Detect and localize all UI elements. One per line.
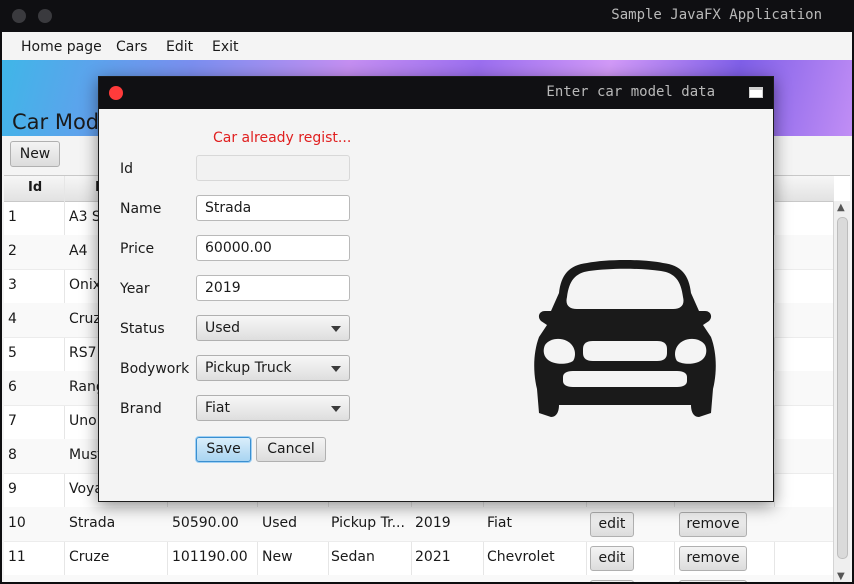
dialog-close-button[interactable] [109,86,123,100]
cancel-button[interactable]: Cancel [256,437,326,462]
minimize-window-button[interactable] [38,9,52,23]
cell-bodywork: Pickup Tr... [331,515,405,531]
error-message: Car already regist... [213,130,352,146]
cell-id: 3 [8,277,17,293]
cell-brand: Fiat [487,515,512,531]
edit-button[interactable]: edit [590,546,634,571]
cell-name: Onix [69,277,102,293]
car-front-icon [534,260,716,417]
scroll-down-icon[interactable]: ▼ [837,571,845,582]
cell-price: 50590.00 [172,515,239,531]
edit-button[interactable] [590,580,634,582]
dialog-title: Enter car model data [546,84,715,100]
scroll-up-icon[interactable]: ▲ [837,202,845,213]
cell-status: New [262,549,293,565]
cell-name: RS7 [69,345,97,361]
table-row[interactable]: 10 Strada 50590.00 Used Pickup Tr... 201… [4,507,834,542]
cell-price: 101190.00 [172,549,248,565]
year-field[interactable]: 2019 [196,275,350,301]
cell-id: 10 [8,515,26,531]
column-header-id[interactable]: Id [28,180,42,195]
cell-year: 2021 [415,549,451,565]
cell-name: Strada [69,515,116,531]
cell-year: 2019 [415,515,451,531]
bodywork-select-value: Pickup Truck [205,360,292,376]
status-label: Status [120,321,165,337]
menu-exit[interactable]: Exit [212,39,239,55]
table-scrollbar[interactable]: ▲ ▼ [833,201,850,582]
cell-id: 9 [8,481,17,497]
price-field[interactable]: 60000.00 [196,235,350,261]
year-label: Year [120,281,150,297]
maximize-icon[interactable] [749,87,763,98]
scroll-thumb[interactable] [837,217,848,559]
menu-edit[interactable]: Edit [166,39,193,55]
remove-button[interactable]: remove [679,512,747,537]
menu-cars[interactable]: Cars [116,39,147,55]
brand-select-value: Fiat [205,400,230,416]
cell-id: 6 [8,379,17,395]
status-select-value: Used [205,320,241,336]
window-titlebar: Sample JavaFX Application [0,0,854,32]
car-model-dialog: Enter car model data Car already regist.… [98,76,774,502]
window-title: Sample JavaFX Application [611,7,822,23]
table-row[interactable]: 11 Cruze 101190.00 New Sedan 2021 Chevro… [4,541,834,576]
cell-bodywork: Sedan [331,549,375,565]
close-window-button[interactable] [12,9,26,23]
price-label: Price [120,241,155,257]
dialog-titlebar: Enter car model data [99,77,773,109]
remove-button[interactable]: remove [679,546,747,571]
menu-bar: Home page Cars Edit Exit [2,32,852,61]
cell-brand: Chevrolet [487,549,555,565]
menu-home-page[interactable]: Home page [21,39,102,55]
brand-label: Brand [120,401,162,417]
brand-select[interactable]: Fiat [196,395,350,421]
cell-id: 7 [8,413,17,429]
table-row[interactable] [4,575,834,582]
bodywork-select[interactable]: Pickup Truck [196,355,350,381]
remove-button[interactable] [679,580,747,582]
cell-status: Used [262,515,298,531]
save-button[interactable]: Save [196,437,251,462]
chevron-down-icon [331,366,341,372]
bodywork-label: Bodywork [120,361,190,377]
chevron-down-icon [331,406,341,412]
cell-name: Uno [69,413,97,429]
id-label: Id [120,161,134,177]
cell-id: 5 [8,345,17,361]
chevron-down-icon [331,326,341,332]
name-field[interactable]: Strada [196,195,350,221]
cell-id: 4 [8,311,17,327]
cell-id: 8 [8,447,17,463]
cell-id: 1 [8,209,17,225]
cell-id: 11 [8,549,26,565]
cell-id: 2 [8,243,17,259]
cell-name: Cruz [69,311,101,327]
cell-name: A4 [69,243,88,259]
new-car-button[interactable]: New [10,141,60,167]
id-field [196,155,350,181]
cell-name: Cruze [69,549,110,565]
cell-name: A3 S [69,209,101,225]
status-select[interactable]: Used [196,315,350,341]
name-label: Name [120,201,162,217]
edit-button[interactable]: edit [590,512,634,537]
